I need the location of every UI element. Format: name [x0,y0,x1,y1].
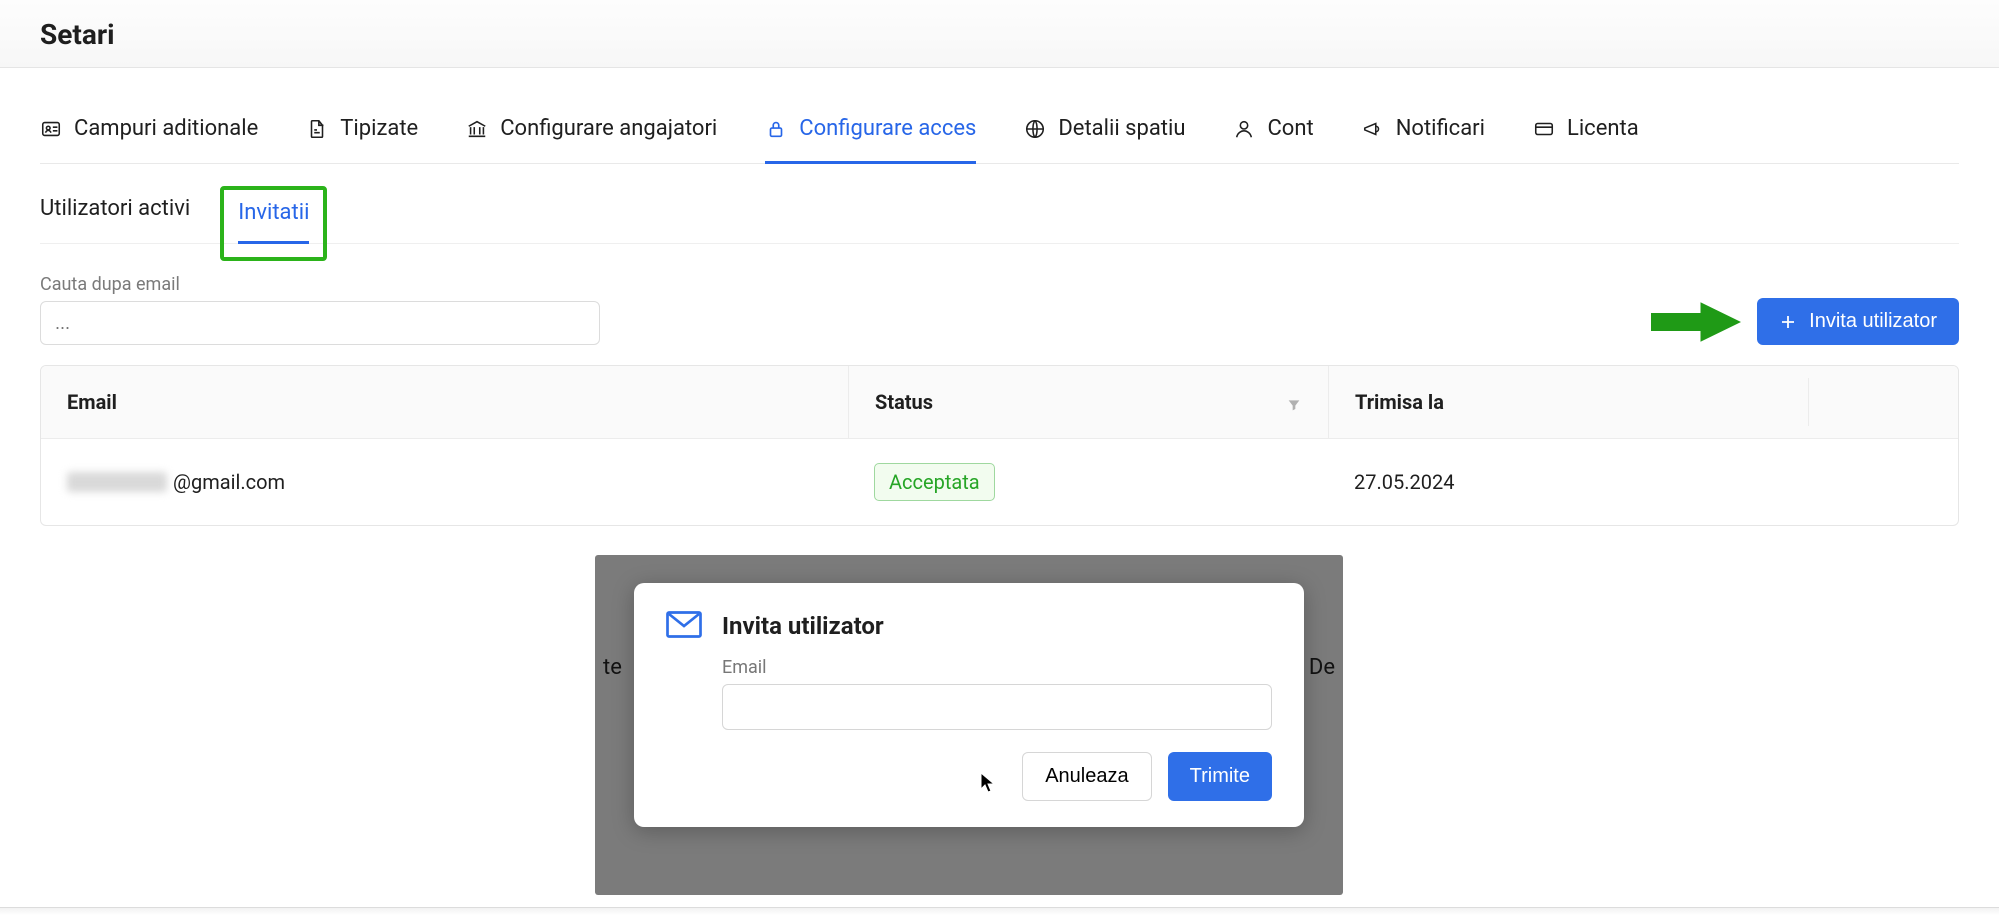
megaphone-icon [1362,118,1384,140]
send-button[interactable]: Trimite [1168,752,1272,801]
tab-licenta[interactable]: Licenta [1533,98,1639,163]
tab-notificari[interactable]: Notificari [1362,98,1485,163]
tab-label: Licenta [1567,116,1639,141]
document-icon [306,118,328,140]
tab-label: Configurare acces [799,116,976,141]
bank-icon [466,118,488,140]
tab-label: Detalii spatiu [1058,116,1185,141]
page-title: Setari [40,18,1999,51]
modal-title: Invita utilizator [722,612,884,640]
tab-label: Cont [1267,116,1313,141]
invite-user-button[interactable]: Invita utilizator [1757,298,1959,345]
th-actions [1808,378,1958,426]
tab-configurare-acces[interactable]: Configurare acces [765,98,976,163]
cell-email: @gmail.com [41,446,848,518]
tab-campuri-aditionale[interactable]: Campuri aditionale [40,98,258,163]
tab-tipizate[interactable]: Tipizate [306,98,418,163]
tab-label: Campuri aditionale [74,116,258,141]
annotation-arrow-icon [1651,302,1741,342]
primary-tabs: Campuri aditionale Tipizate Configurare … [40,98,1959,164]
background-fragment: De [1309,655,1335,680]
status-badge: Acceptata [874,463,995,501]
tab-label: Tipizate [340,116,418,141]
th-email: Email [41,366,848,438]
table-row: @gmail.com Acceptata 27.05.2024 [41,439,1958,525]
modal-email-input[interactable] [722,684,1272,730]
cell-sent-at: 27.05.2024 [1328,446,1808,518]
modal-overlay: te De Invita utilizator Email Anuleaza T… [595,555,1343,895]
tab-invitatii[interactable]: Invitatii [238,200,309,243]
email-suffix: @gmail.com [173,470,285,494]
tab-label: Notificari [1396,116,1485,141]
cell-actions [1808,458,1958,506]
id-card-icon [40,118,62,140]
bottom-divider [0,907,1999,915]
redacted-text [67,472,167,492]
highlight-invitatii: Invitatii [220,186,327,261]
invitations-table: Email Status Trimisa la @gmail.com Accep… [40,365,1959,526]
cell-status: Acceptata [848,439,1328,525]
search-label: Cauta dupa email [40,274,600,295]
lock-icon [765,118,787,140]
mail-icon [666,611,702,641]
plus-icon [1779,313,1797,331]
cancel-button[interactable]: Anuleaza [1022,752,1151,801]
secondary-tabs: Utilizatori activi Invitatii [40,164,1959,244]
modal-email-label: Email [722,657,1272,678]
tab-utilizatori-activi[interactable]: Utilizatori activi [40,196,190,243]
tab-configurare-angajatori[interactable]: Configurare angajatori [466,98,717,163]
th-status[interactable]: Status [848,366,1328,438]
background-fragment: te [603,655,622,680]
button-label: Invita utilizator [1809,310,1937,333]
globe-icon [1024,118,1046,140]
tab-cont[interactable]: Cont [1233,98,1313,163]
tab-detalii-spatiu[interactable]: Detalii spatiu [1024,98,1185,163]
search-input[interactable] [40,301,600,345]
tab-label: Configurare angajatori [500,116,717,141]
th-sent-at: Trimisa la [1328,366,1808,438]
filter-icon[interactable] [1286,394,1302,410]
user-icon [1233,118,1255,140]
card-icon [1533,118,1555,140]
invite-user-modal: Invita utilizator Email Anuleaza Trimite [634,583,1304,827]
table-header: Email Status Trimisa la [41,366,1958,439]
